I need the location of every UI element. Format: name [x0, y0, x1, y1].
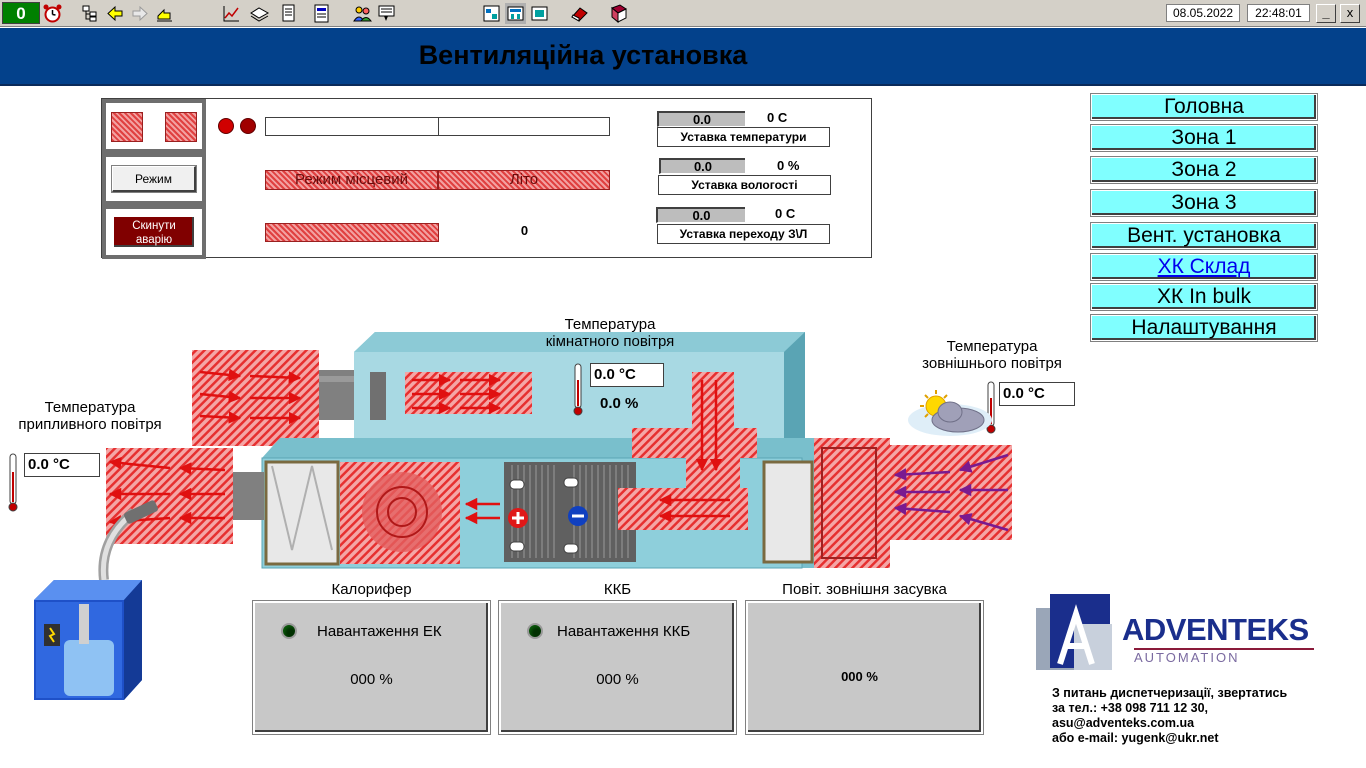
room-temp-value: 0.0 °C	[590, 363, 664, 387]
heater-panel: Навантаження ЕК 000 %	[253, 601, 490, 734]
alarm-led-1	[218, 118, 234, 134]
screen2-icon[interactable]	[505, 3, 526, 24]
nav-cold-in-bulk[interactable]: ХК In bulk	[1091, 284, 1317, 310]
date-display: 08.05.2022	[1166, 4, 1240, 22]
alarm-clock-icon[interactable]	[42, 3, 63, 24]
alarm-status-bar	[265, 223, 439, 242]
cooler-title: ККБ	[603, 581, 632, 598]
nav-settings[interactable]: Налаштування	[1091, 315, 1317, 341]
humidity-setpoint-unit: 0 %	[777, 158, 800, 173]
tree-icon[interactable]	[80, 3, 101, 24]
mode-button[interactable]: Режим	[111, 165, 197, 193]
switch-setpoint-label: Уставка переходу З\Л	[657, 224, 830, 244]
logo-mark-icon	[1036, 594, 1112, 670]
humidity-setpoint-label: Уставка вологості	[658, 175, 831, 195]
minimize-button[interactable]: _	[1316, 4, 1336, 23]
damper-panel: 000 %	[746, 601, 983, 734]
nav-zone-2[interactable]: Зона 2	[1091, 157, 1317, 183]
humidity-setpoint-value[interactable]: 0.0	[659, 158, 745, 174]
control-panel: Режим Скинути аварію Режим місцевий Літо…	[101, 98, 872, 259]
temp-setpoint-label: Уставка температури	[657, 127, 830, 147]
temp-setpoint-value[interactable]: 0.0	[657, 111, 745, 127]
logo-name: ADVENTEKS	[1122, 612, 1309, 647]
contact-line-1: З питань диспетчеризації, звертатись	[1052, 686, 1288, 700]
status-indicator-left	[111, 112, 143, 142]
book-icon[interactable]	[608, 3, 629, 24]
close-button[interactable]: x	[1340, 4, 1360, 23]
nav-cold-storage[interactable]: ХК Склад	[1091, 254, 1317, 280]
reset-alarm-label: Скинути аварію	[132, 220, 176, 246]
alarm-counter[interactable]: 0	[2, 2, 40, 24]
room-thermometer-icon	[573, 363, 583, 416]
company-logo: ADVENTEKS AUTOMATION	[1036, 594, 1316, 680]
outdoor-filter	[762, 460, 814, 564]
nav-home[interactable]: Головна	[1091, 94, 1317, 120]
supply-temp-label: Температура припливного повітря	[18, 399, 162, 433]
heating-coil	[504, 462, 566, 562]
nav-zone-1[interactable]: Зона 1	[1091, 125, 1317, 151]
damper-title: Повіт. зовнішня засувка	[782, 581, 947, 598]
logo-sub: AUTOMATION	[1134, 650, 1240, 665]
contact-line-3: asu@adventeks.com.ua	[1052, 716, 1195, 730]
counter-value: 0	[520, 223, 529, 238]
cooler-load-label: Навантаження ККБ	[557, 623, 691, 640]
heater-load-value: 000 %	[350, 671, 393, 688]
home-icon[interactable]	[154, 3, 175, 24]
forward-icon[interactable]	[129, 3, 150, 24]
status-bar-divider	[438, 118, 439, 135]
cooler-load-value: 000 %	[596, 671, 639, 688]
supply-temp-value: 0.0 °C	[24, 453, 100, 477]
supply-filter	[264, 460, 340, 566]
layers-icon[interactable]	[249, 3, 270, 24]
switch-setpoint-value[interactable]: 0.0	[656, 207, 745, 223]
mode-cell: Режим	[102, 153, 206, 205]
switch-setpoint-unit: 0 С	[775, 206, 796, 221]
screen1-icon[interactable]	[481, 3, 502, 24]
outdoor-temp-value: 0.0 °C	[999, 382, 1075, 406]
document-icon[interactable]	[278, 3, 299, 24]
contact-line-2: за тел.: +38 098 711 12 30,	[1052, 701, 1208, 715]
nav-vent-unit[interactable]: Вент. установка	[1091, 223, 1317, 249]
cooler-status-led	[527, 623, 543, 639]
mode-status: Режим місцевий	[265, 170, 438, 190]
damper-status-cell	[102, 99, 206, 153]
cooler-panel: Навантаження ККБ 000 %	[499, 601, 736, 734]
toolbar: 0 08.05.2022 22:48:01 _ x	[0, 0, 1366, 27]
eraser-icon[interactable]	[569, 3, 590, 24]
trend-icon[interactable]	[221, 3, 242, 24]
time-display: 22:48:01	[1247, 4, 1310, 22]
page-title: Вентиляційна установка	[418, 40, 748, 70]
humidifier-icon	[34, 500, 158, 700]
contact-line-4: або e-mail: yugenk@ukr.net	[1052, 731, 1219, 745]
header-bar: Вентиляційна установка	[0, 28, 1366, 86]
damper-position-value: 000 %	[841, 669, 878, 684]
reset-cell: Скинути аварію	[102, 205, 206, 259]
room-humidity-value: 0.0 %	[600, 395, 639, 412]
report-icon[interactable]	[311, 3, 332, 24]
season-status: Літо	[438, 170, 610, 190]
back-icon[interactable]	[105, 3, 126, 24]
status-indicator-right	[165, 112, 197, 142]
users-icon[interactable]	[352, 3, 373, 24]
network-icon[interactable]	[376, 3, 397, 24]
heater-title: Калорифер	[331, 581, 412, 598]
supply-thermometer-icon	[8, 453, 18, 512]
status-bar-1	[265, 117, 610, 136]
contact-info: З питань диспетчеризації, звертатись за …	[1052, 686, 1352, 746]
supply-fan	[340, 462, 460, 564]
temp-setpoint-unit: 0 С	[767, 110, 788, 125]
reset-alarm-button[interactable]: Скинути аварію	[112, 215, 196, 249]
outdoor-temp-label: Температура зовнішнього повітря	[922, 338, 1062, 372]
heater-status-led	[281, 623, 297, 639]
room-temp-label: Температура кімнатного повітря	[545, 316, 675, 350]
screen3-icon[interactable]	[529, 3, 550, 24]
alarm-led-2	[240, 118, 256, 134]
heater-load-label: Навантаження ЕК	[317, 623, 442, 640]
nav-zone-3[interactable]: Зона 3	[1091, 190, 1317, 216]
weather-icon	[908, 390, 992, 436]
